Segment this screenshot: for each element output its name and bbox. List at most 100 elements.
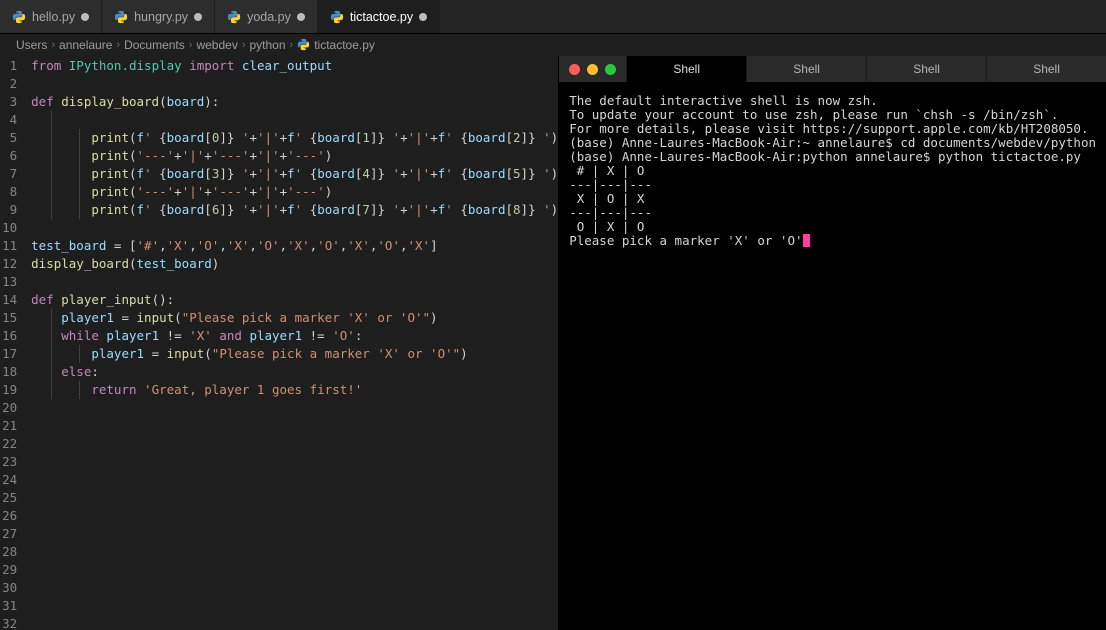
code-line[interactable]: print('---'+'|'+'---'+'|'+'---') bbox=[31, 147, 558, 165]
code-text bbox=[31, 562, 39, 577]
token-id: board bbox=[167, 130, 205, 145]
token-str: '|' bbox=[257, 166, 280, 181]
line-number-gutter: 1234567891011121314151617181920212223242… bbox=[0, 56, 31, 630]
indent-guide bbox=[51, 381, 52, 399]
code-text bbox=[31, 616, 39, 630]
line-number: 13 bbox=[0, 273, 17, 291]
code-line[interactable] bbox=[31, 489, 558, 507]
token-num: 1 bbox=[362, 130, 370, 145]
breadcrumb-item[interactable]: python bbox=[250, 38, 286, 52]
tab-tictactoe-py[interactable]: tictactoe.py bbox=[318, 0, 440, 33]
code-line[interactable] bbox=[31, 579, 558, 597]
breadcrumb-item[interactable]: tictactoe.py bbox=[314, 38, 375, 52]
terminal-line: (base) Anne-Laures-MacBook-Air:~ annelau… bbox=[569, 136, 1096, 150]
shell-tab[interactable]: Shell bbox=[986, 56, 1106, 82]
shell-tab[interactable]: Shell bbox=[746, 56, 866, 82]
token-str: '---' bbox=[287, 184, 325, 199]
code-line[interactable]: print(f' {board[6]} '+'|'+f' {board[7]} … bbox=[31, 201, 558, 219]
code-line[interactable]: else: bbox=[31, 363, 558, 381]
token-str: ' bbox=[536, 130, 551, 145]
token-op: [ bbox=[505, 166, 513, 181]
token-kw: and bbox=[219, 328, 242, 343]
token-op: } bbox=[528, 130, 536, 145]
token-op: ) bbox=[551, 202, 559, 217]
code-editor[interactable]: 1234567891011121314151617181920212223242… bbox=[0, 56, 558, 630]
tab-yoda-py[interactable]: yoda.py bbox=[215, 0, 318, 33]
code-line[interactable] bbox=[31, 111, 558, 129]
token-op: + bbox=[280, 148, 288, 163]
code-line[interactable] bbox=[31, 597, 558, 615]
indent-guide bbox=[79, 165, 80, 183]
code-line[interactable] bbox=[31, 471, 558, 489]
token-str: 'X' bbox=[347, 238, 370, 253]
code-line[interactable] bbox=[31, 507, 558, 525]
indent-guide bbox=[51, 111, 52, 129]
code-line[interactable] bbox=[31, 417, 558, 435]
shell-tab[interactable]: Shell bbox=[626, 56, 746, 82]
code-line[interactable]: player1 = input("Please pick a marker 'X… bbox=[31, 309, 558, 327]
code-line[interactable]: return 'Great, player 1 goes first!' bbox=[31, 381, 558, 399]
zoom-window-dot[interactable] bbox=[605, 64, 616, 75]
breadcrumb-item[interactable]: Users bbox=[16, 38, 47, 52]
code-text bbox=[31, 418, 39, 433]
breadcrumb: Users›annelaure›Documents›webdev›python›… bbox=[0, 34, 1106, 56]
code-area[interactable]: from IPython.display import clear_output… bbox=[31, 56, 558, 630]
token-op: ] bbox=[219, 166, 227, 181]
line-number: 20 bbox=[0, 399, 17, 417]
code-line[interactable] bbox=[31, 399, 558, 417]
token-str: 'O' bbox=[197, 238, 220, 253]
code-line[interactable]: print(f' {board[3]} '+'|'+f' {board[4]} … bbox=[31, 165, 558, 183]
close-window-dot[interactable] bbox=[569, 64, 580, 75]
token-op: + bbox=[430, 202, 438, 217]
breadcrumb-item[interactable]: webdev bbox=[196, 38, 237, 52]
token-op: ( bbox=[129, 256, 137, 271]
terminal-output[interactable]: The default interactive shell is now zsh… bbox=[559, 82, 1106, 630]
token-id: board bbox=[468, 166, 506, 181]
token-kw: from bbox=[31, 58, 61, 73]
tab-hello-py[interactable]: hello.py bbox=[0, 0, 102, 33]
line-number: 3 bbox=[0, 93, 17, 111]
code-line[interactable] bbox=[31, 615, 558, 630]
breadcrumb-item[interactable]: Documents bbox=[124, 38, 185, 52]
code-text: print(f' {board[6]} '+'|'+f' {board[7]} … bbox=[31, 202, 558, 217]
token-id: f bbox=[287, 166, 295, 181]
code-line[interactable] bbox=[31, 453, 558, 471]
code-line[interactable]: print(f' {board[0]} '+'|'+f' {board[1]} … bbox=[31, 129, 558, 147]
code-line[interactable] bbox=[31, 435, 558, 453]
token-str: ' bbox=[295, 130, 310, 145]
code-line[interactable] bbox=[31, 561, 558, 579]
code-line[interactable] bbox=[31, 273, 558, 291]
breadcrumb-item[interactable]: annelaure bbox=[59, 38, 112, 52]
token-op: + bbox=[400, 130, 408, 145]
code-line[interactable] bbox=[31, 219, 558, 237]
code-line[interactable] bbox=[31, 75, 558, 93]
token-id: player1 bbox=[249, 328, 302, 343]
line-number: 14 bbox=[0, 291, 17, 309]
shell-tab[interactable]: Shell bbox=[866, 56, 986, 82]
code-line[interactable]: from IPython.display import clear_output bbox=[31, 57, 558, 75]
code-line[interactable]: def player_input(): bbox=[31, 291, 558, 309]
tab-hungry-py[interactable]: hungry.py bbox=[102, 0, 215, 33]
code-line[interactable]: player1 = input("Please pick a marker 'X… bbox=[31, 345, 558, 363]
code-text: print('---'+'|'+'---'+'|'+'---') bbox=[31, 184, 332, 199]
token-op: : bbox=[355, 328, 363, 343]
token-op: + bbox=[280, 166, 288, 181]
token-def: print bbox=[91, 202, 129, 217]
code-line[interactable]: test_board = ['#','X','O','X','O','X','O… bbox=[31, 237, 558, 255]
code-text: def player_input(): bbox=[31, 292, 174, 307]
code-line[interactable]: print('---'+'|'+'---'+'|'+'---') bbox=[31, 183, 558, 201]
window-controls[interactable] bbox=[559, 56, 626, 82]
line-number: 4 bbox=[0, 111, 17, 129]
token-str: "Please pick a marker 'X' or 'O'" bbox=[182, 310, 430, 325]
code-line[interactable] bbox=[31, 543, 558, 561]
code-text bbox=[31, 490, 39, 505]
terminal-line: ---|---|--- bbox=[569, 206, 1096, 220]
code-line[interactable]: while player1 != 'X' and player1 != 'O': bbox=[31, 327, 558, 345]
token-op: = bbox=[144, 346, 167, 361]
minimize-window-dot[interactable] bbox=[587, 64, 598, 75]
code-line[interactable]: def display_board(board): bbox=[31, 93, 558, 111]
code-line[interactable]: display_board(test_board) bbox=[31, 255, 558, 273]
token-op: ] bbox=[219, 130, 227, 145]
code-line[interactable] bbox=[31, 525, 558, 543]
code-text bbox=[31, 454, 39, 469]
